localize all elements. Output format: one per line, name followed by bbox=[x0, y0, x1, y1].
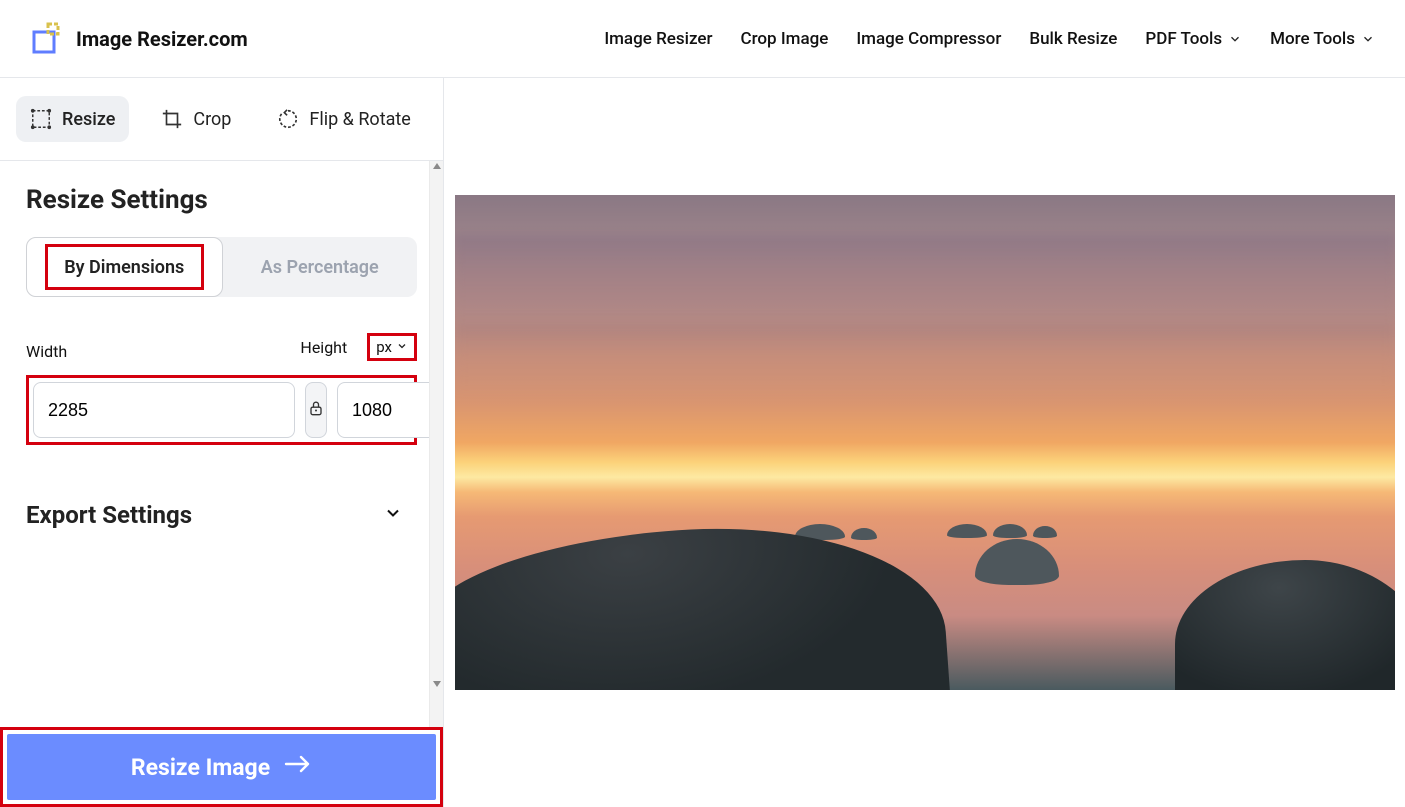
export-title: Export Settings bbox=[26, 501, 192, 529]
mode-label: By Dimensions bbox=[64, 257, 184, 278]
nav-label: More Tools bbox=[1270, 29, 1355, 49]
mode-by-dimensions[interactable]: By Dimensions bbox=[26, 237, 223, 297]
height-label: Height bbox=[300, 338, 347, 357]
resize-settings-panel: Resize Settings By Dimensions As Percent… bbox=[0, 161, 443, 727]
settings-title: Resize Settings bbox=[26, 185, 417, 215]
nav-image-resizer[interactable]: Image Resizer bbox=[604, 29, 712, 49]
nav-crop-image[interactable]: Crop Image bbox=[741, 29, 829, 49]
left-sidebar: Resize Crop Flip & Rotate Resize Setting… bbox=[0, 78, 444, 807]
nav-image-compressor[interactable]: Image Compressor bbox=[856, 29, 1001, 49]
resize-icon bbox=[30, 108, 52, 130]
resize-mode-toggle: By Dimensions As Percentage bbox=[26, 237, 417, 297]
nav-label: Image Resizer bbox=[604, 29, 712, 49]
mode-as-percentage[interactable]: As Percentage bbox=[223, 237, 418, 297]
aspect-lock-button[interactable] bbox=[305, 382, 327, 438]
main-header: Image Resizer.com Image Resizer Crop Ima… bbox=[0, 0, 1405, 78]
dimensions-row: Width Height px bbox=[26, 333, 417, 445]
nav-label: PDF Tools bbox=[1145, 29, 1222, 49]
scroll-down-icon bbox=[433, 681, 441, 687]
chevron-down-icon bbox=[1228, 32, 1242, 46]
logo-text: Image Resizer.com bbox=[76, 27, 248, 51]
scrollbar[interactable] bbox=[429, 161, 443, 727]
logo-area[interactable]: Image Resizer.com bbox=[30, 22, 248, 56]
width-input[interactable] bbox=[33, 382, 295, 438]
arrow-right-icon bbox=[284, 752, 312, 782]
tab-flip-rotate[interactable]: Flip & Rotate bbox=[263, 96, 424, 142]
main-nav: Image Resizer Crop Image Image Compresso… bbox=[604, 29, 1375, 49]
image-preview-area bbox=[444, 78, 1405, 807]
nav-bulk-resize[interactable]: Bulk Resize bbox=[1029, 29, 1117, 49]
nav-label: Bulk Resize bbox=[1029, 29, 1117, 49]
unit-select[interactable]: px bbox=[367, 333, 417, 361]
rotate-icon bbox=[277, 108, 299, 130]
width-label: Width bbox=[26, 342, 67, 361]
nav-pdf-tools[interactable]: PDF Tools bbox=[1145, 29, 1242, 49]
tool-tabs: Resize Crop Flip & Rotate bbox=[0, 78, 443, 161]
lock-icon bbox=[306, 398, 326, 422]
resize-image-button[interactable]: Resize Image bbox=[7, 734, 436, 800]
nav-label: Image Compressor bbox=[856, 29, 1001, 49]
tab-label: Crop bbox=[193, 109, 231, 130]
scroll-up-icon bbox=[433, 163, 441, 169]
chevron-down-icon bbox=[396, 338, 408, 356]
tab-label: Resize bbox=[62, 109, 115, 130]
chevron-down-icon bbox=[1361, 32, 1375, 46]
unit-value: px bbox=[376, 338, 392, 356]
mode-label: As Percentage bbox=[261, 257, 379, 278]
nav-more-tools[interactable]: More Tools bbox=[1270, 29, 1375, 49]
nav-label: Crop Image bbox=[741, 29, 829, 49]
chevron-down-icon bbox=[383, 503, 403, 527]
cta-highlight: Resize Image bbox=[0, 727, 443, 807]
tab-crop[interactable]: Crop bbox=[147, 96, 245, 142]
logo-icon bbox=[30, 22, 64, 56]
tab-label: Flip & Rotate bbox=[309, 109, 410, 130]
height-input[interactable] bbox=[337, 382, 443, 438]
cta-label: Resize Image bbox=[131, 754, 270, 781]
export-settings-toggle[interactable]: Export Settings bbox=[26, 501, 417, 529]
tab-resize[interactable]: Resize bbox=[16, 96, 129, 142]
preview-image[interactable] bbox=[455, 195, 1395, 690]
crop-icon bbox=[161, 108, 183, 130]
